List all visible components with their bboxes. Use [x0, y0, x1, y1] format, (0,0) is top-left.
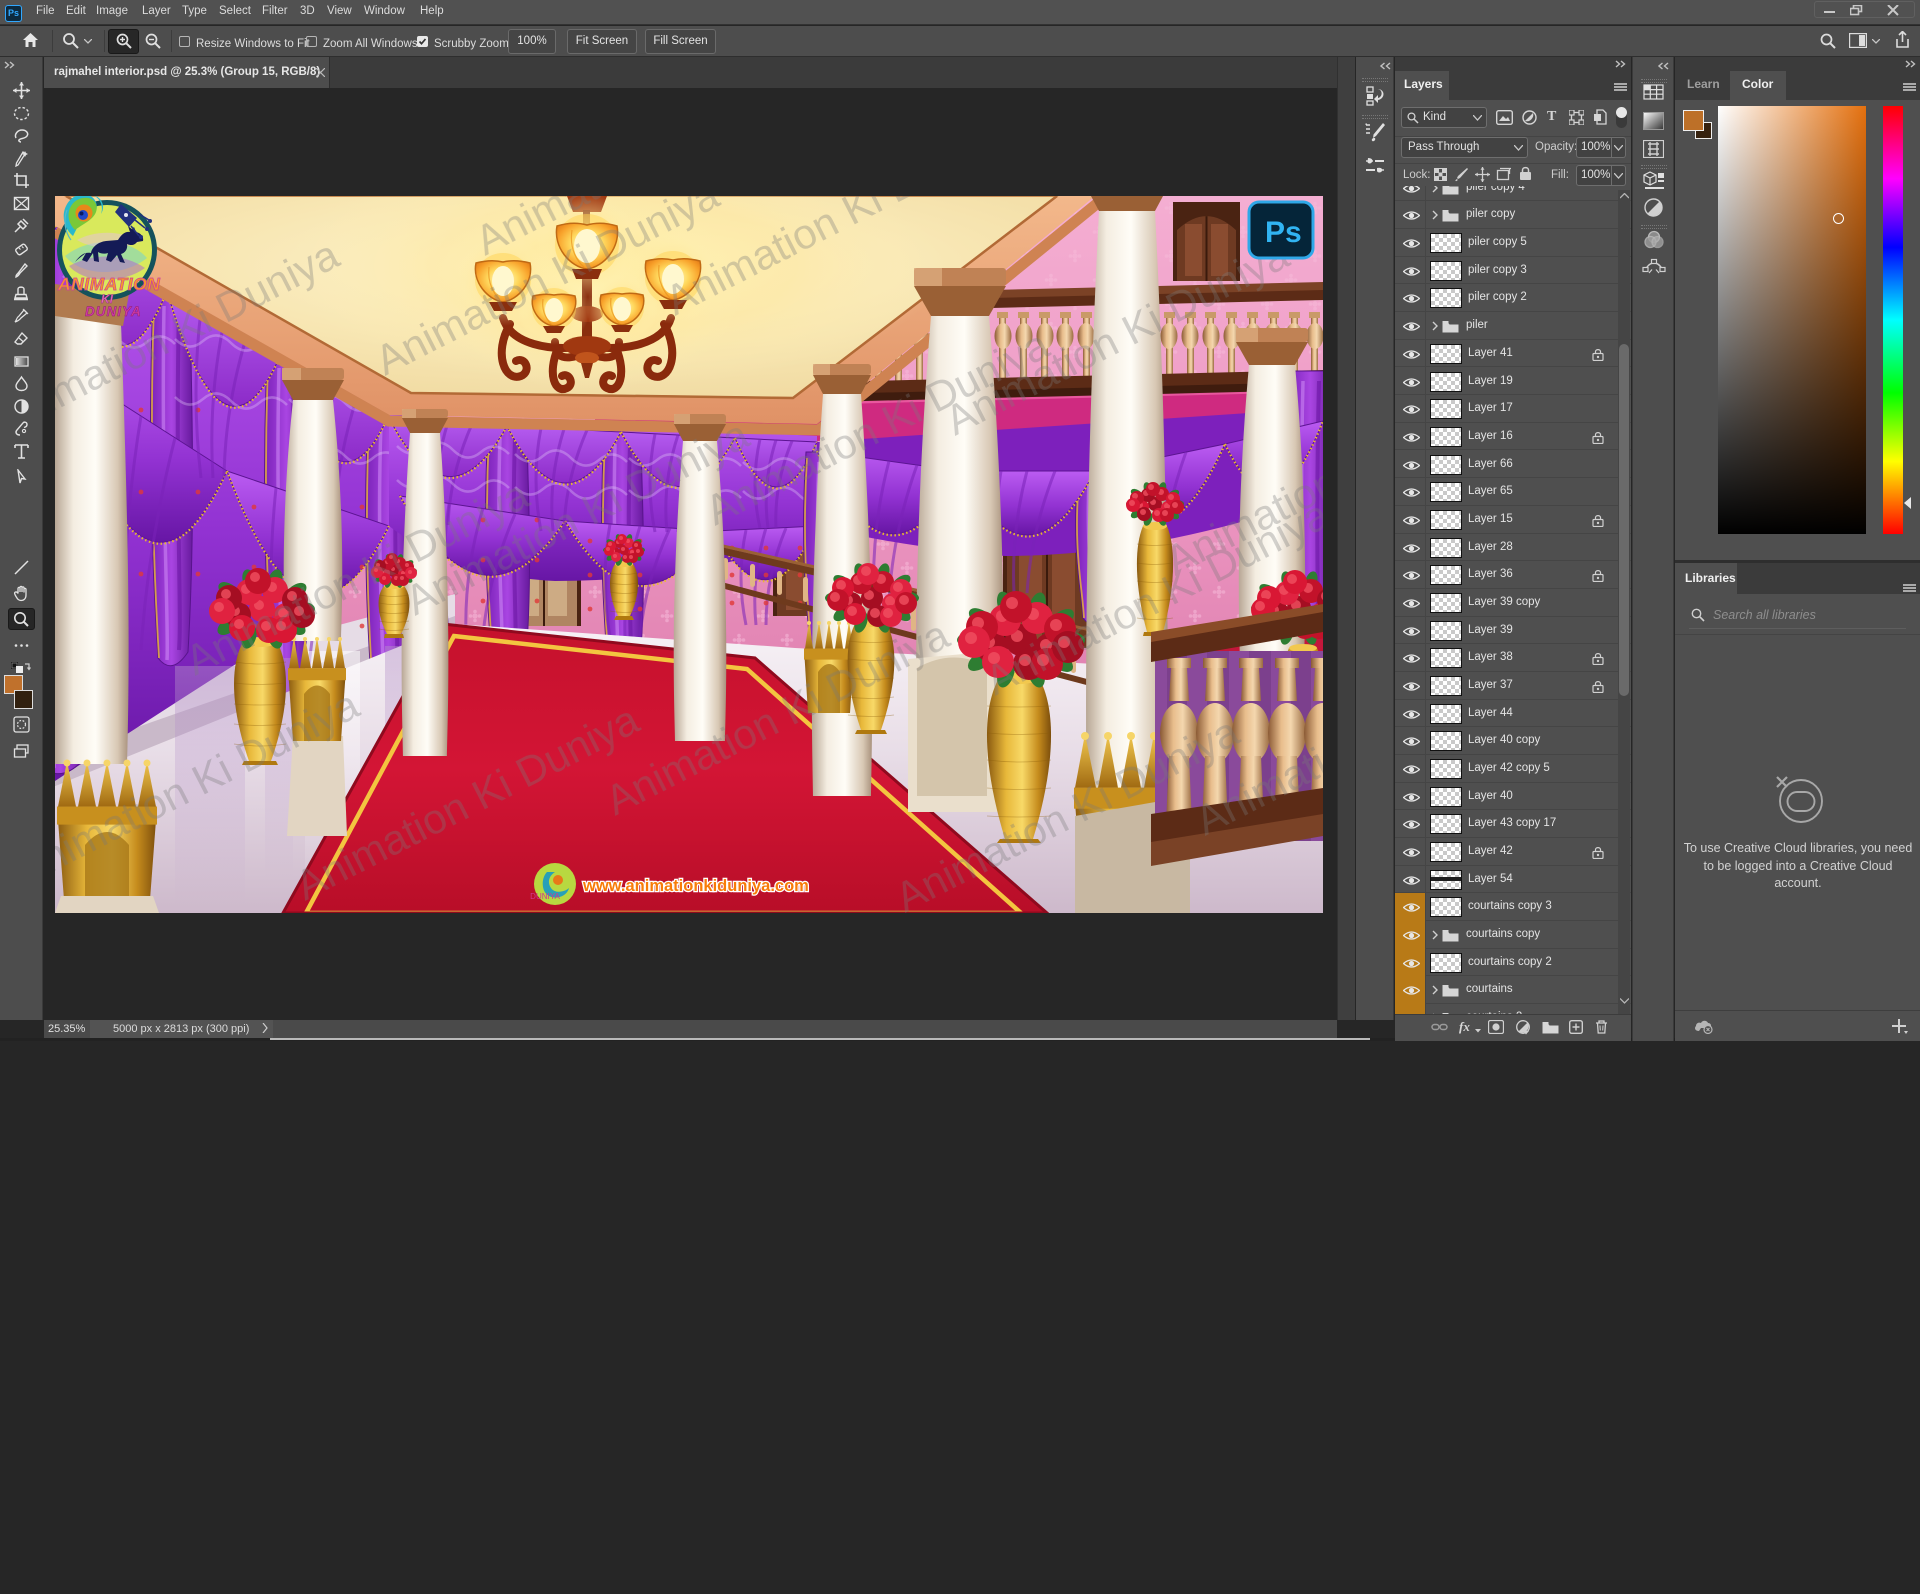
- svg-text:ANIMATION: ANIMATION: [57, 274, 160, 294]
- svg-text:DUNIYA: DUNIYA: [530, 892, 560, 901]
- svg-text:Ps: Ps: [1265, 216, 1302, 249]
- svg-text:DUNIYA: DUNIYA: [85, 304, 142, 319]
- svg-text:www.animationkiduniya.com: www.animationkiduniya.com: [582, 877, 809, 895]
